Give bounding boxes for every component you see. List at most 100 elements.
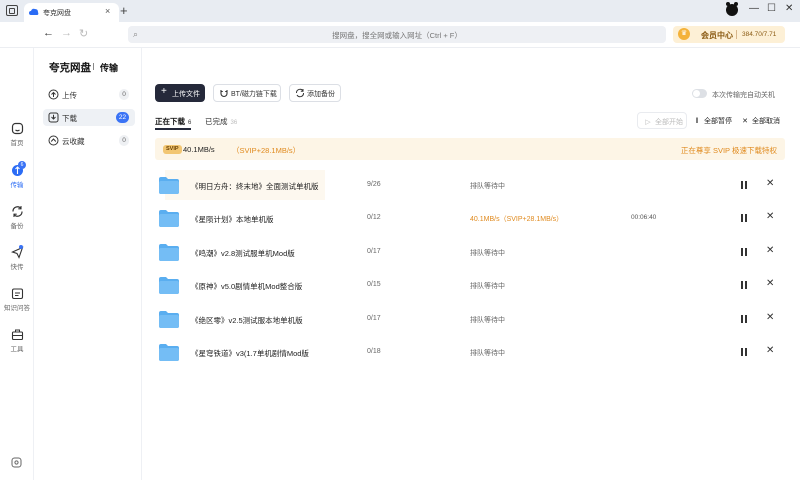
tab-downloading[interactable]: 正在下载 6 <box>155 116 191 127</box>
title-bar: 夸克网盘 × + — ☐ ✕ <box>0 0 800 22</box>
file-name: 《鸣潮》v2.8测试服单机Mod版 <box>191 249 295 258</box>
minimize-button[interactable]: — <box>749 3 759 14</box>
folder-icon <box>159 244 179 261</box>
svip-promo-link[interactable]: 正在尊享 SVIP 极速下载特权 <box>681 145 777 156</box>
sidebar-item-cloud-favorites[interactable]: 云收藏 0 <box>43 132 135 149</box>
table-row[interactable]: 《绝区零》v2.5测试服本地单机版 0/17 排队等待中 ✕ <box>155 304 785 334</box>
file-status: 排队等待中 <box>470 183 505 190</box>
play-icon: ▷ <box>645 119 651 126</box>
file-name: 《明日方舟：终末地》全面测试单机版 <box>191 182 319 191</box>
sidebar-item-upload[interactable]: 上传 0 <box>43 86 135 103</box>
rail-item-qa[interactable]: 知识问答 <box>0 287 34 321</box>
pause-icon[interactable] <box>740 247 748 257</box>
rail-item-tools[interactable]: 工具 <box>0 328 34 362</box>
divider <box>93 63 94 70</box>
button-label: 全部暂停 <box>704 118 732 125</box>
close-icon[interactable]: ✕ <box>766 245 774 256</box>
count-badge: 22 <box>116 112 129 123</box>
close-icon[interactable]: ✕ <box>766 312 774 323</box>
storage-usage: 384.70/7.71 <box>742 31 777 38</box>
download-icon <box>48 112 59 123</box>
pause-icon[interactable] <box>740 314 748 324</box>
sidebar-item-download[interactable]: 下载 22 <box>43 109 135 126</box>
bt-magnet-download-button[interactable]: BT/磁力链下载 <box>213 84 281 102</box>
new-tab-button[interactable]: + <box>120 3 128 18</box>
button-label: 添加备份 <box>307 91 335 98</box>
search-input[interactable]: ⌕ 搜网盘，搜全网或输入网址（Ctrl + F） <box>128 26 666 43</box>
home-icon <box>11 122 23 135</box>
remaining-time: 00:06:40 <box>631 214 657 221</box>
tab-count: 36 <box>230 120 238 126</box>
close-window-button[interactable]: ✕ <box>785 3 793 14</box>
tab-label: 正在下载 <box>155 117 185 126</box>
svip-extra-speed: （SVIP+28.1MB/s） <box>232 146 301 155</box>
button-label: 全部取消 <box>752 118 780 125</box>
table-row[interactable]: 《星陨计划》本地单机版 0/12 40.1MB/s（SVIP+28.1MB/s）… <box>155 203 785 233</box>
add-backup-button[interactable]: 添加备份 <box>289 84 341 102</box>
sidebar-item-label: 云收藏 <box>62 137 85 146</box>
backup-icon <box>11 206 23 217</box>
pause-all-button[interactable]: ‖ 全部暂停 <box>692 116 732 133</box>
browser-tab[interactable]: 夸克网盘 × <box>24 3 119 22</box>
file-name: 《星陨计划》本地单机版 <box>191 215 274 224</box>
tab-completed[interactable]: 已完成 36 <box>205 116 237 127</box>
rail-item-quick-send[interactable]: 快传 <box>0 245 34 280</box>
folder-icon <box>159 344 179 361</box>
forward-arrow-icon[interactable]: → <box>61 27 72 39</box>
file-name: 《原神》v5.0剧情单机Mod整合版 <box>191 282 303 291</box>
divider <box>736 30 737 39</box>
vip-center-button[interactable]: ♛ 会员中心 384.70/7.71 <box>673 26 785 43</box>
rail-item-backup[interactable]: 备份 <box>0 205 34 239</box>
upload-icon <box>48 89 59 100</box>
sidebar-item-label: 上传 <box>62 91 77 100</box>
close-icon[interactable]: ✕ <box>766 178 774 189</box>
close-icon[interactable]: ✕ <box>766 345 774 356</box>
maximize-button[interactable]: ☐ <box>767 3 776 14</box>
search-placeholder: 搜网盘，搜全网或输入网址（Ctrl + F） <box>332 31 462 40</box>
toolbox-icon <box>11 329 23 341</box>
auto-shutdown-toggle[interactable] <box>692 89 707 98</box>
main-panel: + 上传文件 BT/磁力链下载 添加备份 本次传输完自动关机 正在下载 6 已完成… <box>142 48 800 480</box>
table-row[interactable]: 《原神》v5.0剧情单机Mod整合版 0/15 排队等待中 ✕ <box>155 270 785 300</box>
rail-label: 工具 <box>10 346 24 353</box>
backup-icon <box>296 88 304 98</box>
back-arrow-icon[interactable]: ← <box>43 27 54 39</box>
pause-icon[interactable] <box>740 180 748 190</box>
window-menu-icon[interactable] <box>6 5 18 16</box>
pause-icon[interactable] <box>740 213 748 223</box>
cancel-all-button[interactable]: ✕ 全部取消 <box>740 116 780 133</box>
file-name: 《星穹铁道》v3(1.7单机剧情Mod版 <box>191 349 309 358</box>
button-label: 全部开始 <box>655 119 683 126</box>
start-all-button[interactable]: ▷ 全部开始 <box>637 112 687 129</box>
rail-item-transfer[interactable]: 6 传输 <box>0 161 34 198</box>
rail-label: 传输 <box>10 182 24 189</box>
avatar[interactable] <box>726 2 738 16</box>
pause-icon[interactable] <box>740 280 748 290</box>
table-row[interactable]: 《鸣潮》v2.8测试服单机Mod版 0/17 排队等待中 ✕ <box>155 237 785 267</box>
button-label: BT/磁力链下载 <box>231 91 277 98</box>
magnet-icon <box>220 90 228 97</box>
table-row[interactable]: 《星穹铁道》v3(1.7单机剧情Mod版 0/18 排队等待中 ✕ <box>155 337 785 367</box>
current-speed: 40.1MB/s <box>183 145 215 154</box>
table-row[interactable]: 《明日方舟：终末地》全面测试单机版 9/26 排队等待中 ✕ <box>155 170 785 200</box>
rail-label: 备份 <box>10 223 24 230</box>
pause-icon[interactable] <box>740 347 748 357</box>
cloud-logo-icon <box>29 8 39 15</box>
upload-file-button[interactable]: + 上传文件 <box>155 84 205 102</box>
close-icon[interactable]: ✕ <box>766 278 774 289</box>
settings-icon[interactable] <box>11 457 22 468</box>
close-icon: ✕ <box>742 118 748 125</box>
file-progress: 9/26 <box>367 181 381 188</box>
tab-close-icon[interactable]: × <box>105 6 110 16</box>
close-icon[interactable]: ✕ <box>766 211 774 222</box>
folder-icon <box>159 177 179 194</box>
auto-shutdown-label: 本次传输完自动关机 <box>712 92 775 99</box>
button-label: 上传文件 <box>172 91 200 98</box>
file-name: 《绝区零》v2.5测试服本地单机版 <box>191 316 303 325</box>
folder-icon <box>159 210 179 227</box>
rail-item-home[interactable]: 首页 <box>0 122 34 156</box>
brand-title: 夸克网盘 <box>49 62 91 74</box>
refresh-icon[interactable]: ↻ <box>79 27 88 40</box>
transfer-badge: 6 <box>18 161 26 169</box>
tab-title: 夸克网盘 <box>43 10 71 17</box>
